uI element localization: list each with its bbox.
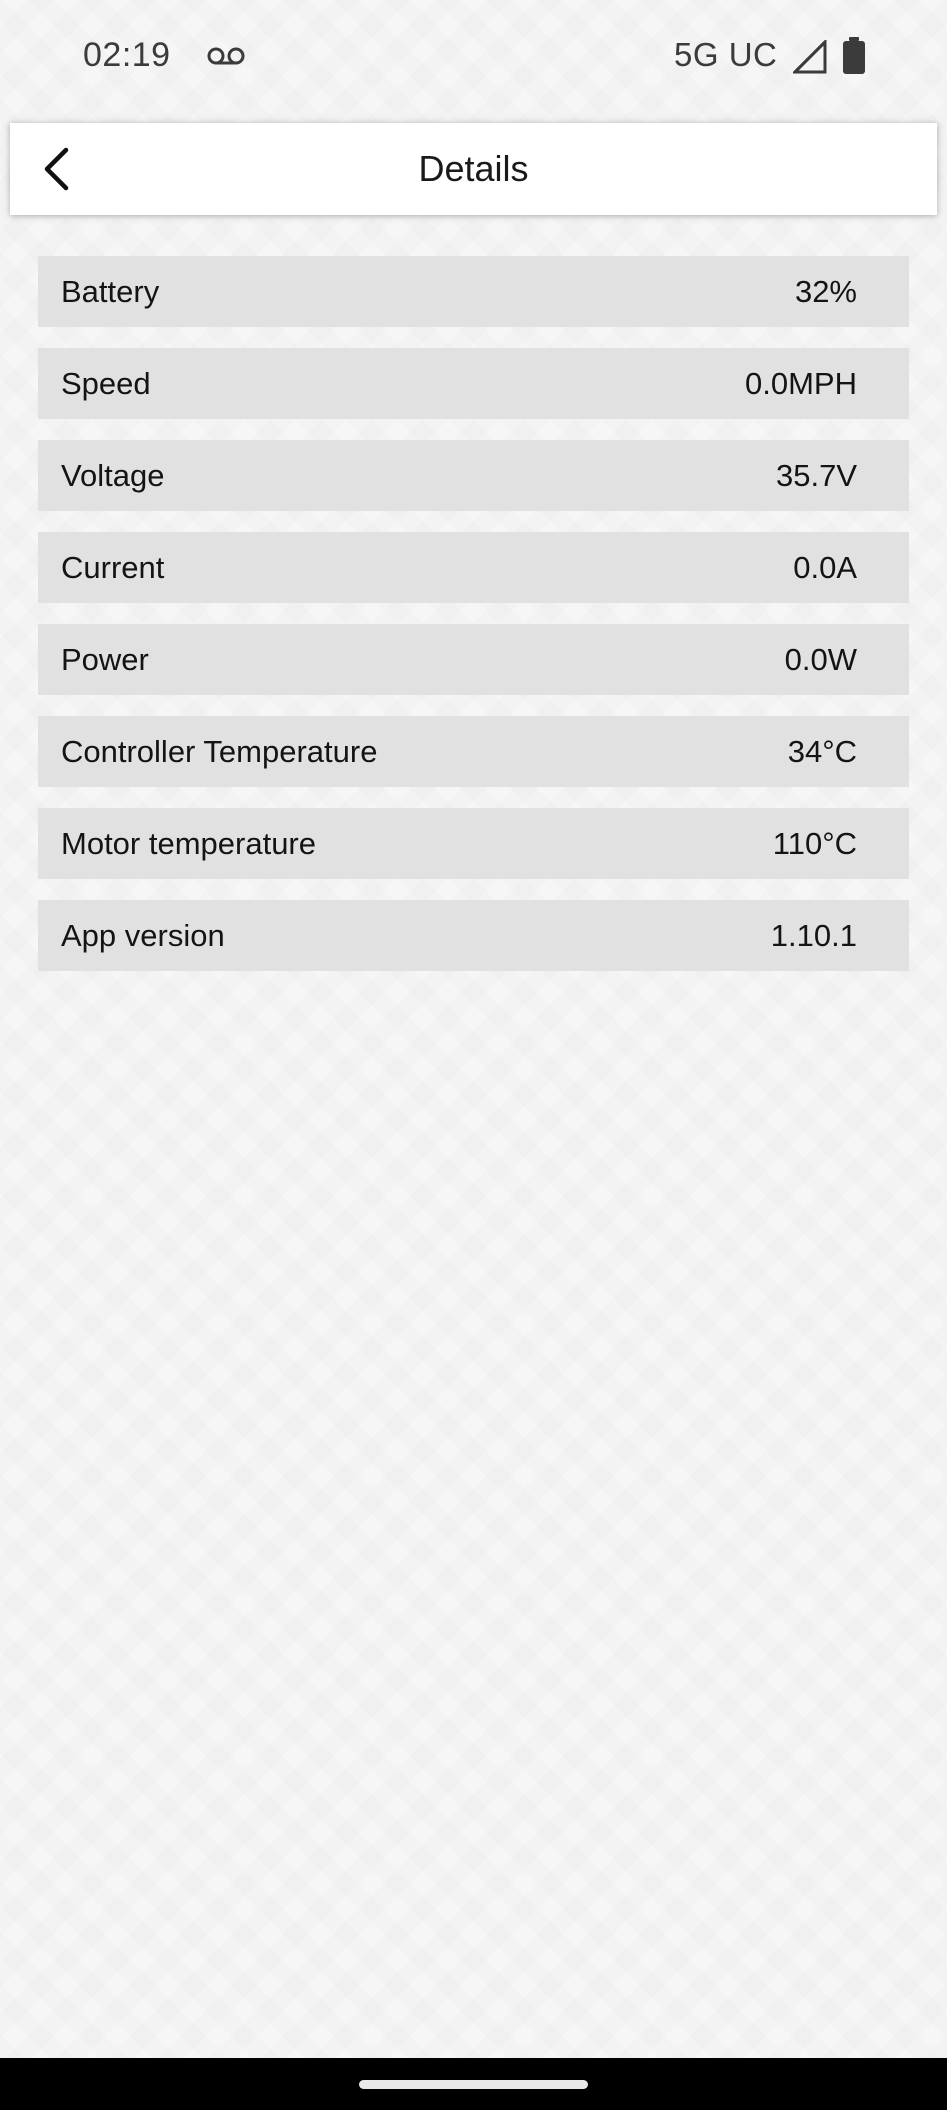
navigation-bar xyxy=(0,2058,947,2110)
detail-row-controller-temperature: Controller Temperature 34°C xyxy=(38,716,909,787)
detail-row-app-version: App version 1.10.1 xyxy=(38,900,909,971)
detail-label: Speed xyxy=(61,366,151,401)
detail-row-voltage: Voltage 35.7V xyxy=(38,440,909,511)
detail-row-battery: Battery 32% xyxy=(38,256,909,327)
battery-icon xyxy=(843,37,865,74)
detail-label: Power xyxy=(61,642,149,677)
app-header: Details xyxy=(10,123,937,215)
detail-value: 1.10.1 xyxy=(770,918,857,953)
back-arrow-icon xyxy=(44,147,69,191)
voicemail-icon xyxy=(207,46,245,66)
detail-label: Motor temperature xyxy=(61,826,316,861)
status-bar: 02:19 5G UC xyxy=(0,0,947,112)
detail-value: 0.0A xyxy=(793,550,857,585)
detail-value: 110°C xyxy=(772,826,857,861)
detail-row-power: Power 0.0W xyxy=(38,624,909,695)
back-button[interactable] xyxy=(24,137,88,201)
detail-value: 34°C xyxy=(787,734,857,769)
detail-value: 32% xyxy=(794,274,857,309)
home-indicator[interactable] xyxy=(359,2080,588,2089)
detail-row-motor-temperature: Motor temperature 110°C xyxy=(38,808,909,879)
status-time: 02:19 xyxy=(83,36,171,74)
detail-label: Battery xyxy=(61,274,160,309)
detail-label: Voltage xyxy=(61,458,165,493)
detail-value: 0.0W xyxy=(784,642,857,677)
details-list: Battery 32% Speed 0.0MPH Voltage 35.7V C… xyxy=(38,256,909,992)
detail-label: Current xyxy=(61,550,165,585)
detail-label: App version xyxy=(61,918,225,953)
page-title: Details xyxy=(418,148,529,189)
detail-row-current: Current 0.0A xyxy=(38,532,909,603)
detail-value: 0.0MPH xyxy=(745,366,857,401)
network-label: 5G UC xyxy=(674,36,778,73)
detail-value: 35.7V xyxy=(775,458,857,493)
detail-label: Controller Temperature xyxy=(61,734,378,769)
detail-row-speed: Speed 0.0MPH xyxy=(38,348,909,419)
signal-icon xyxy=(791,38,827,74)
